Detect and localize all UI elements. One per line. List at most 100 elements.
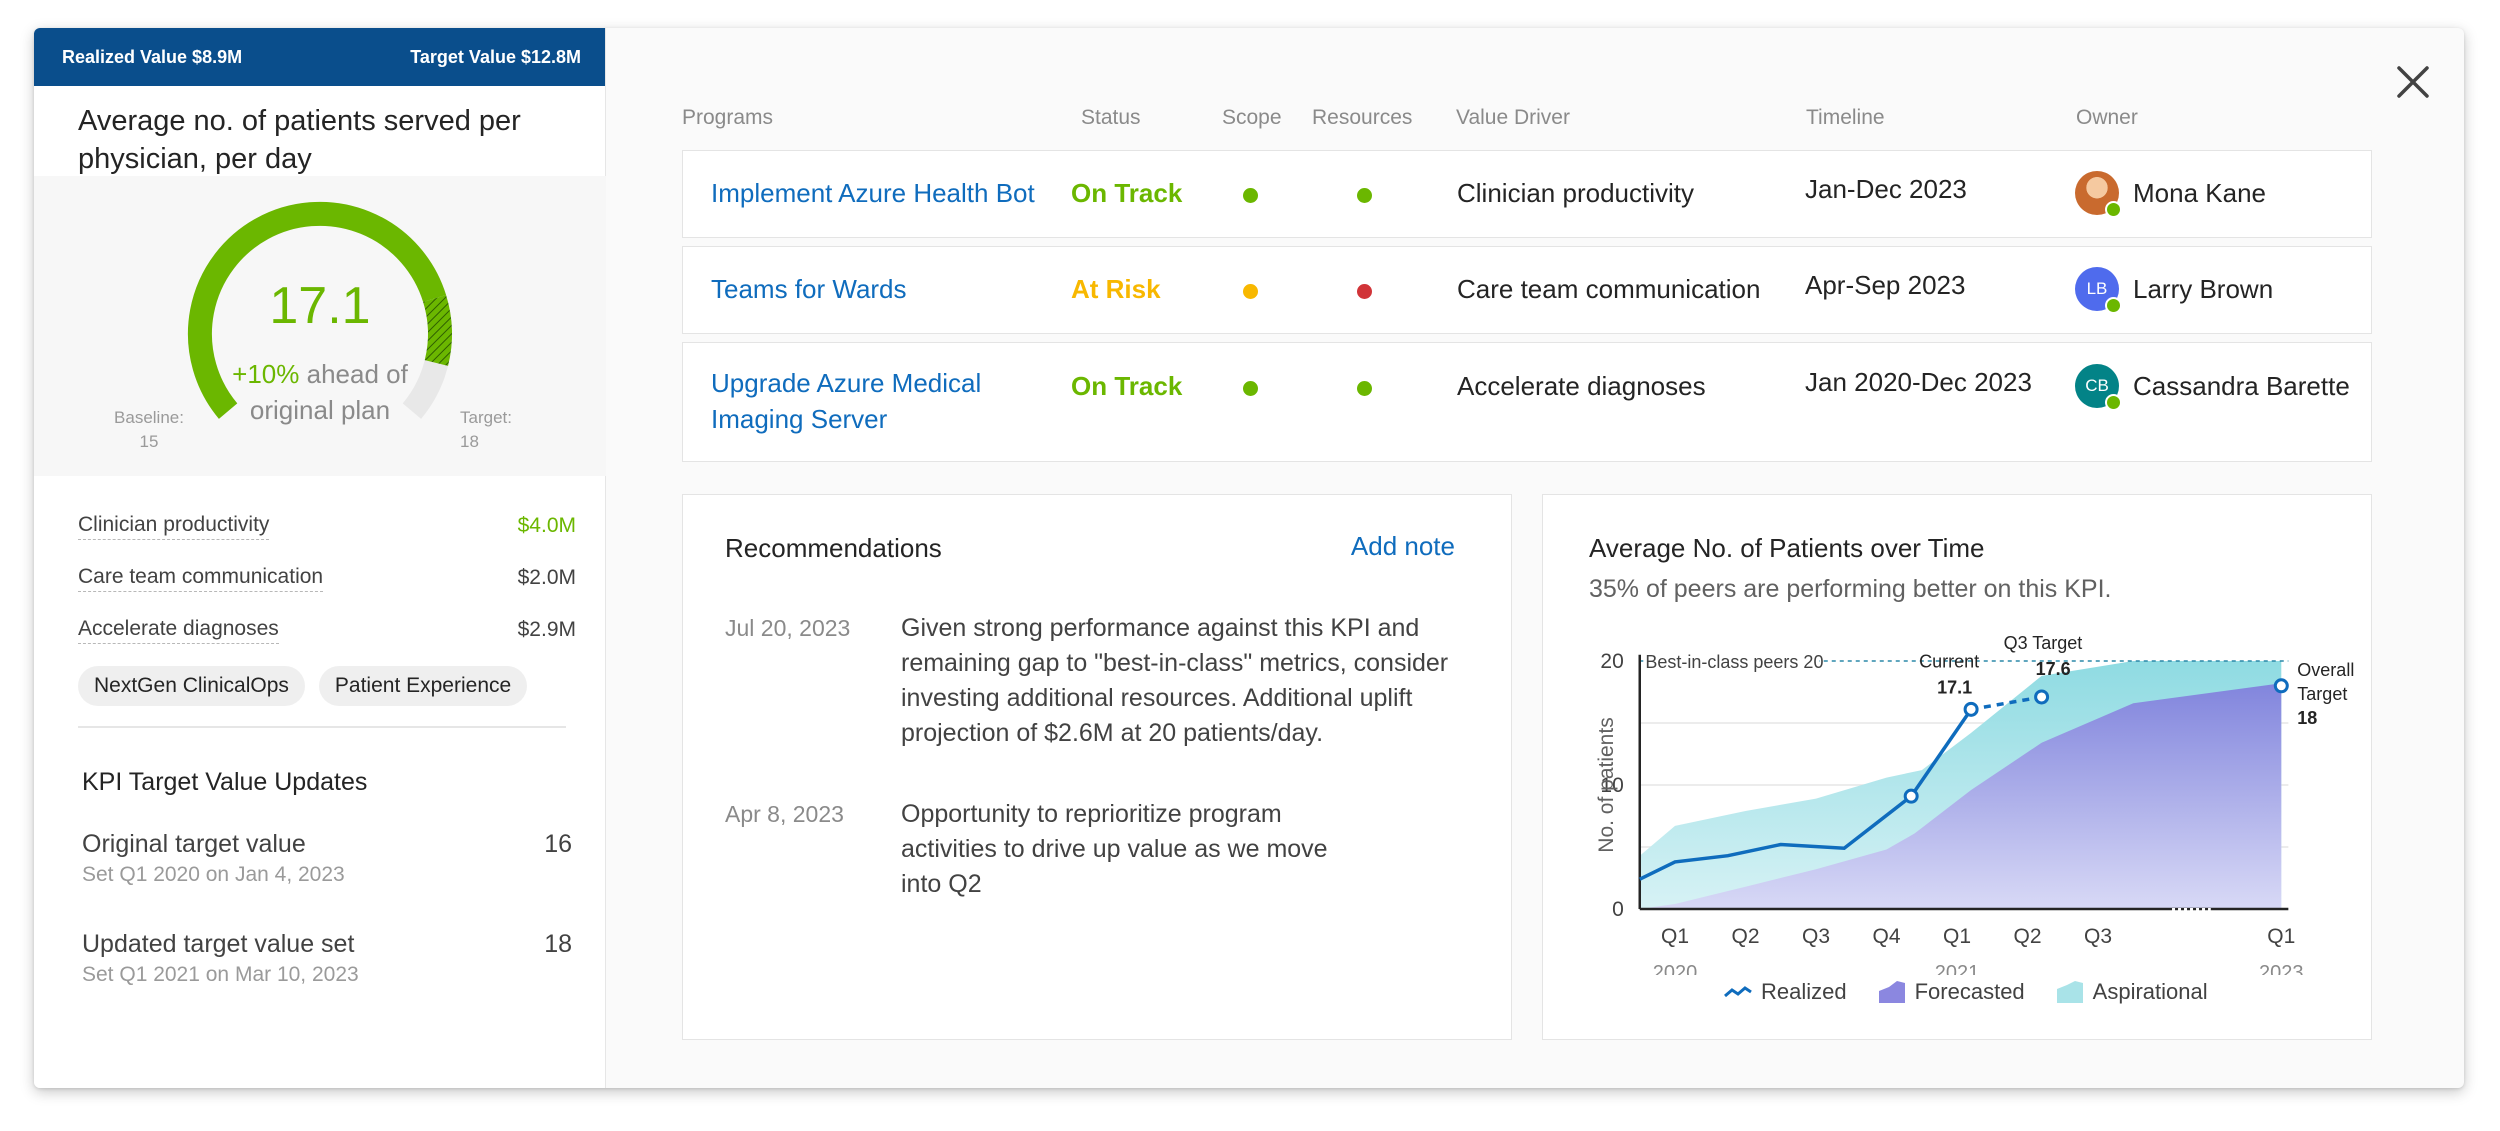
value-driver-name[interactable]: Accelerate diagnoses — [78, 617, 279, 644]
legend-item-realized[interactable]: Realized — [1723, 979, 1847, 1005]
x-tick-label: Q3 — [1802, 925, 1830, 948]
kpi-current-value: 17.1 — [269, 277, 371, 335]
overall-target-point — [2273, 678, 2289, 694]
program-owner[interactable]: Mona Kane — [2075, 171, 2266, 218]
value-driver-row: Accelerate diagnoses $2.9M — [78, 604, 576, 656]
add-note-button[interactable]: Add note — [1351, 531, 1455, 562]
annotation-value: 17.1 — [1937, 677, 1972, 697]
column-header-owner[interactable]: Owner — [2076, 106, 2138, 130]
y-axis-label: No. of patients — [1595, 717, 1618, 852]
update-item: Original target value 16 Set Q1 2020 on J… — [82, 830, 572, 887]
column-header-value-driver[interactable]: Value Driver — [1456, 106, 1570, 130]
annotation-label: Q3 Target — [2004, 633, 2083, 653]
kpi-title: Average no. of patients served per physi… — [78, 105, 521, 175]
gauge-target: Target: 18 — [460, 406, 540, 454]
status-label: At Risk — [1071, 274, 1161, 304]
value-driver-name[interactable]: Clinician productivity — [78, 513, 270, 540]
realized-value: Realized Value $8.9M — [62, 46, 243, 67]
avatar-initials: CB — [2085, 376, 2109, 395]
tag-chip[interactable]: NextGen ClinicalOps — [78, 666, 305, 706]
best-in-class-label: Best-in-class peers 20 — [1645, 652, 1823, 672]
kpi-delta-percent: +10% — [232, 359, 300, 389]
value-driver-amount: $2.0M — [517, 566, 576, 589]
owner-name: Larry Brown — [2133, 273, 2274, 304]
update-subtext: Set Q1 2020 on Jan 4, 2023 — [82, 863, 345, 886]
x-year-label: 2021 — [1935, 962, 1980, 975]
kpi-delta-label: ahead of — [299, 359, 408, 389]
area-icon — [2056, 981, 2083, 1003]
value-driver-row: Clinician productivity $4.0M — [78, 500, 576, 552]
baseline-label: Baseline: — [114, 408, 184, 427]
target-value-number: 18 — [460, 432, 479, 451]
program-owner[interactable]: LB Larry Brown — [2075, 267, 2274, 314]
program-value-driver: Clinician productivity — [1457, 178, 1694, 208]
scope-status-dot — [1243, 188, 1258, 203]
chart-legend: Realized Forecasted Aspirational — [1723, 979, 2208, 1005]
annotation-label: Target — [2297, 684, 2347, 704]
update-item: Updated target value set 18 Set Q1 2021 o… — [82, 930, 572, 987]
x-tick-label: Q1 — [1943, 925, 1971, 948]
divider — [78, 726, 566, 728]
column-header-timeline[interactable]: Timeline — [1806, 106, 1885, 130]
program-value-driver: Accelerate diagnoses — [1457, 371, 1706, 401]
program-timeline: Jan-Dec 2023 — [1805, 174, 1967, 204]
avatar-initials: LB — [2086, 279, 2108, 298]
gauge-baseline: Baseline: 15 — [104, 406, 194, 454]
program-row[interactable]: Implement Azure Health Bot On Track Clin… — [682, 150, 2372, 238]
annotation-value: 17.6 — [2036, 659, 2071, 679]
column-header-status[interactable]: Status — [1081, 106, 1141, 130]
baseline-value: 15 — [139, 432, 159, 451]
program-owner[interactable]: CB Cassandra Barette — [2075, 364, 2350, 411]
legend-item-forecasted[interactable]: Forecasted — [1877, 979, 2025, 1005]
avatar — [2075, 171, 2122, 218]
x-tick-label: Q2 — [2013, 925, 2041, 948]
updates-title: KPI Target Value Updates — [82, 768, 368, 796]
scope-status-dot — [1243, 284, 1258, 299]
program-timeline: Apr-Sep 2023 — [1805, 270, 1966, 300]
program-link[interactable]: Upgrade Azure Medical Imaging Server — [711, 365, 1031, 437]
program-row[interactable]: Upgrade Azure Medical Imaging Server On … — [682, 342, 2372, 462]
status-label: On Track — [1071, 371, 1183, 401]
x-tick-label: Q2 — [1731, 925, 1759, 948]
legend-item-aspirational[interactable]: Aspirational — [2055, 979, 2208, 1005]
recommendation-date: Apr 8, 2023 — [725, 801, 844, 827]
current-point — [1963, 701, 1979, 717]
x-tick-label: Q3 — [2084, 925, 2112, 948]
program-value-driver: Care team communication — [1457, 274, 1761, 304]
target-value: Target Value $12.8M — [410, 46, 581, 67]
value-driver-name[interactable]: Care team communication — [78, 565, 324, 592]
kpi-delta-label-2: original plan — [249, 395, 391, 425]
tag-chip[interactable]: Patient Experience — [318, 666, 528, 706]
x-tick-label: Q1 — [1661, 925, 1689, 948]
chart-title: Average No. of Patients over Time — [1589, 533, 1985, 563]
q3-target-point — [2034, 689, 2050, 705]
column-header-programs[interactable]: Programs — [682, 106, 773, 130]
value-driver-amount: $4.0M — [517, 514, 576, 537]
x-tick-label: Q1 — [2267, 925, 2295, 948]
column-header-resources[interactable]: Resources — [1312, 106, 1412, 130]
avatar: CB — [2075, 364, 2122, 411]
owner-name: Mona Kane — [2133, 177, 2266, 208]
y-tick-label: 20 — [1600, 650, 1623, 673]
kpi-delta-text: +10% ahead of original plan — [200, 356, 440, 428]
chart-panel: Average No. of Patients over Time 35% of… — [1542, 494, 2372, 1040]
status-label: On Track — [1071, 178, 1183, 208]
program-link[interactable]: Implement Azure Health Bot — [711, 175, 1035, 211]
update-subtext: Set Q1 2021 on Mar 10, 2023 — [82, 963, 359, 986]
tag-list: NextGen ClinicalOps Patient Experience — [78, 666, 528, 706]
program-row[interactable]: Teams for Wards At Risk Care team commun… — [682, 246, 2372, 334]
presence-icon — [2105, 297, 2122, 314]
legend-label: Aspirational — [2092, 979, 2208, 1004]
kpi-detail-card: Realized Value $8.9M Target Value $12.8M… — [34, 28, 2464, 1088]
value-drivers-list: Clinician productivity $4.0M Care team c… — [78, 500, 576, 656]
x-year-label: 2020 — [1653, 962, 1698, 975]
chart-subtitle: 35% of peers are performing better on th… — [1589, 575, 2112, 603]
x-tick-label: Q4 — [1872, 925, 1900, 948]
close-icon[interactable] — [2389, 58, 2437, 106]
recommendations-panel: Recommendations Add note Jul 20, 2023 Gi… — [682, 494, 1512, 1040]
column-header-scope[interactable]: Scope — [1222, 106, 1282, 130]
program-link[interactable]: Teams for Wards — [711, 271, 907, 307]
y-tick-label: 0 — [1612, 898, 1624, 921]
line-icon — [1724, 986, 1752, 998]
gauge-target-hatch — [423, 294, 452, 366]
